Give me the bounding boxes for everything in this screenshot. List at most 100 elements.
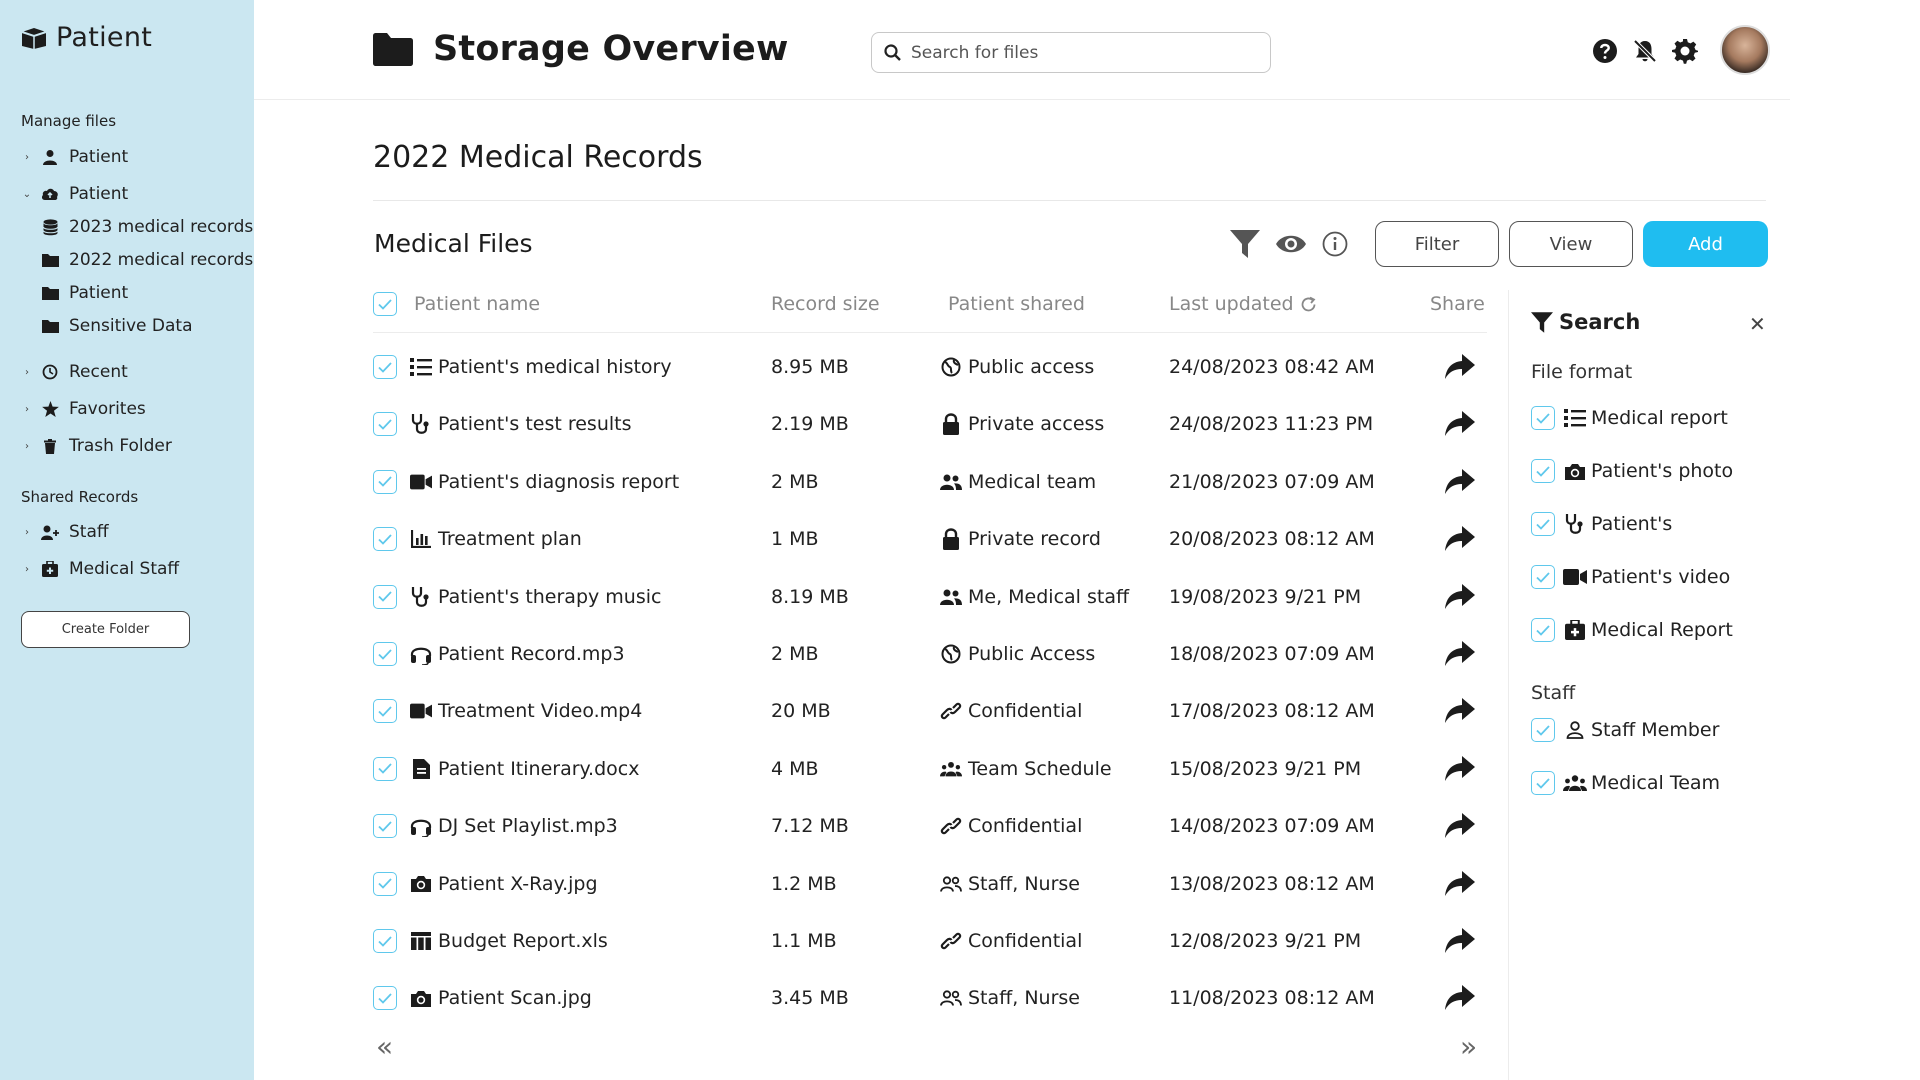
brand[interactable]: Patient (20, 22, 152, 53)
file-name-cell[interactable]: Patient's medical history (410, 356, 672, 378)
search-input[interactable] (911, 42, 1241, 63)
pager-prev[interactable]: « (376, 1030, 393, 1063)
filter-checkbox[interactable] (1531, 771, 1555, 795)
filter-checkbox[interactable] (1531, 618, 1555, 642)
row-checkbox[interactable] (373, 584, 397, 609)
share-icon[interactable] (1445, 985, 1475, 1011)
share-icon[interactable] (1445, 583, 1475, 610)
row-checkbox[interactable] (373, 699, 397, 724)
format-filter-item[interactable]: Medical report (1531, 406, 1728, 430)
share-icon[interactable] (1445, 411, 1475, 437)
file-name-cell[interactable]: Patient Scan.jpg (410, 987, 592, 1009)
file-name-cell[interactable]: Treatment Video.mp4 (410, 700, 642, 722)
help-icon[interactable] (1592, 38, 1618, 64)
close-icon[interactable]: ✕ (1749, 312, 1766, 336)
column-header-shared[interactable]: Patient shared (948, 280, 1085, 328)
share-icon[interactable] (1445, 928, 1475, 954)
file-name-cell[interactable]: Patient Record.mp3 (410, 643, 625, 665)
share-icon[interactable] (1445, 641, 1475, 667)
sidebar-item-medical-staff[interactable]: › Medical Staff (21, 559, 179, 579)
sidebar-item-2023-records[interactable]: 2023 medical records (41, 217, 253, 237)
table-row[interactable]: Patient Itinerary.docx 4 MB Team Schedule 1… (373, 740, 1487, 798)
table-row[interactable]: Treatment Video.mp4 20 MB Confidential 17/0… (373, 682, 1487, 740)
file-name-cell[interactable]: Treatment plan (410, 528, 582, 550)
row-checkbox[interactable] (373, 814, 397, 839)
share-icon[interactable] (1445, 354, 1475, 380)
row-checkbox[interactable] (373, 469, 397, 494)
row-checkbox[interactable] (373, 355, 397, 379)
filter-checkbox[interactable] (1531, 512, 1555, 536)
row-checkbox[interactable] (373, 986, 397, 1011)
sidebar-item-patient[interactable]: › Patient (21, 147, 128, 167)
file-name-cell[interactable]: Patient's test results (410, 413, 632, 435)
view-button[interactable]: View (1509, 221, 1633, 267)
refresh-icon[interactable] (1300, 296, 1317, 313)
filter-button[interactable]: Filter (1375, 221, 1499, 267)
column-header-size[interactable]: Record size (771, 280, 880, 328)
row-checkbox[interactable] (373, 929, 397, 953)
info-icon[interactable] (1322, 231, 1348, 257)
file-name-cell[interactable]: Patient X-Ray.jpg (410, 873, 598, 895)
folder-icon (41, 284, 59, 302)
table-row[interactable]: Budget Report.xls 1.1 MB Confidential 12/08… (373, 912, 1487, 970)
format-filter-item[interactable]: Medical Report (1531, 618, 1733, 642)
eye-icon[interactable] (1276, 233, 1306, 255)
file-name-cell[interactable]: Budget Report.xls (410, 930, 608, 952)
row-checkbox[interactable] (373, 527, 397, 552)
table-row[interactable]: Patient's test results 2.19 MB Private acc… (373, 395, 1487, 453)
shared-cell: Medical team (940, 471, 1096, 493)
column-header-updated[interactable]: Last updated (1169, 280, 1317, 328)
table-row[interactable]: Patient Scan.jpg 3.45 MB Staff, Nurse 11/08… (373, 969, 1487, 1027)
filter-checkbox[interactable] (1531, 459, 1555, 483)
table-row[interactable]: Patient's medical history 8.95 MB Public a… (373, 338, 1487, 396)
table-row[interactable]: Patient Record.mp3 2 MB Public Access 18/08… (373, 625, 1487, 683)
team-icon (940, 758, 962, 780)
select-all-header[interactable] (373, 280, 397, 328)
filter-checkbox[interactable] (1531, 406, 1555, 430)
gear-icon[interactable] (1672, 38, 1698, 64)
column-header-name[interactable]: Patient name (414, 280, 540, 328)
select-all-checkbox[interactable] (373, 292, 397, 316)
avatar[interactable] (1720, 25, 1770, 75)
format-filter-item[interactable]: Patient's photo (1531, 459, 1733, 483)
format-filter-item[interactable]: Patient's video (1531, 565, 1730, 589)
table-row[interactable]: DJ Set Playlist.mp3 7.12 MB Confidential 14… (373, 797, 1487, 855)
sidebar-item-patient-cloud[interactable]: ⌄ Patient (21, 184, 128, 204)
funnel-icon[interactable] (1230, 230, 1260, 258)
table-row[interactable]: Patient X-Ray.jpg 1.2 MB Staff, Nurse 13/08… (373, 855, 1487, 913)
filter-checkbox[interactable] (1531, 718, 1555, 742)
sidebar-item-staff[interactable]: › Staff (21, 522, 109, 542)
sidebar-item-recent[interactable]: › Recent (21, 362, 128, 382)
share-icon[interactable] (1445, 526, 1475, 552)
file-name-cell[interactable]: Patient Itinerary.docx (410, 758, 639, 780)
row-checkbox[interactable] (373, 756, 397, 781)
sidebar-item-sensitive-data[interactable]: Sensitive Data (41, 316, 193, 336)
file-name-cell[interactable]: DJ Set Playlist.mp3 (410, 815, 618, 838)
sidebar-item-trash[interactable]: › Trash Folder (21, 436, 172, 456)
row-checkbox[interactable] (373, 642, 397, 666)
share-icon[interactable] (1445, 813, 1475, 839)
add-button[interactable]: Add (1643, 221, 1768, 267)
search-box[interactable] (871, 32, 1271, 73)
row-checkbox[interactable] (373, 412, 397, 437)
file-name-cell[interactable]: Patient's therapy music (410, 586, 661, 608)
row-checkbox[interactable] (373, 871, 397, 896)
create-folder-button[interactable]: Create Folder (21, 611, 190, 648)
staff-filter-item[interactable]: Medical Team (1531, 771, 1720, 795)
format-filter-item[interactable]: Patient's (1531, 512, 1672, 536)
pager-next[interactable]: » (1460, 1030, 1477, 1063)
staff-filter-item[interactable]: Staff Member (1531, 718, 1719, 742)
share-icon[interactable] (1445, 698, 1475, 724)
table-row[interactable]: Patient's diagnosis report 2 MB Medical te… (373, 453, 1487, 511)
share-icon[interactable] (1445, 870, 1475, 897)
sidebar-item-2022-records[interactable]: 2022 medical records (41, 250, 253, 270)
table-row[interactable]: Treatment plan 1 MB Private record 20/08/20… (373, 510, 1487, 568)
sidebar-item-patient-folder[interactable]: Patient (41, 283, 128, 303)
share-icon[interactable] (1445, 755, 1475, 782)
table-row[interactable]: Patient's therapy music 8.19 MB Me, Medica… (373, 568, 1487, 626)
share-icon[interactable] (1445, 468, 1475, 495)
file-name-cell[interactable]: Patient's diagnosis report (410, 471, 679, 493)
sidebar-item-favorites[interactable]: › Favorites (21, 399, 146, 419)
filter-checkbox[interactable] (1531, 565, 1555, 589)
bell-off-icon[interactable] (1632, 38, 1658, 64)
